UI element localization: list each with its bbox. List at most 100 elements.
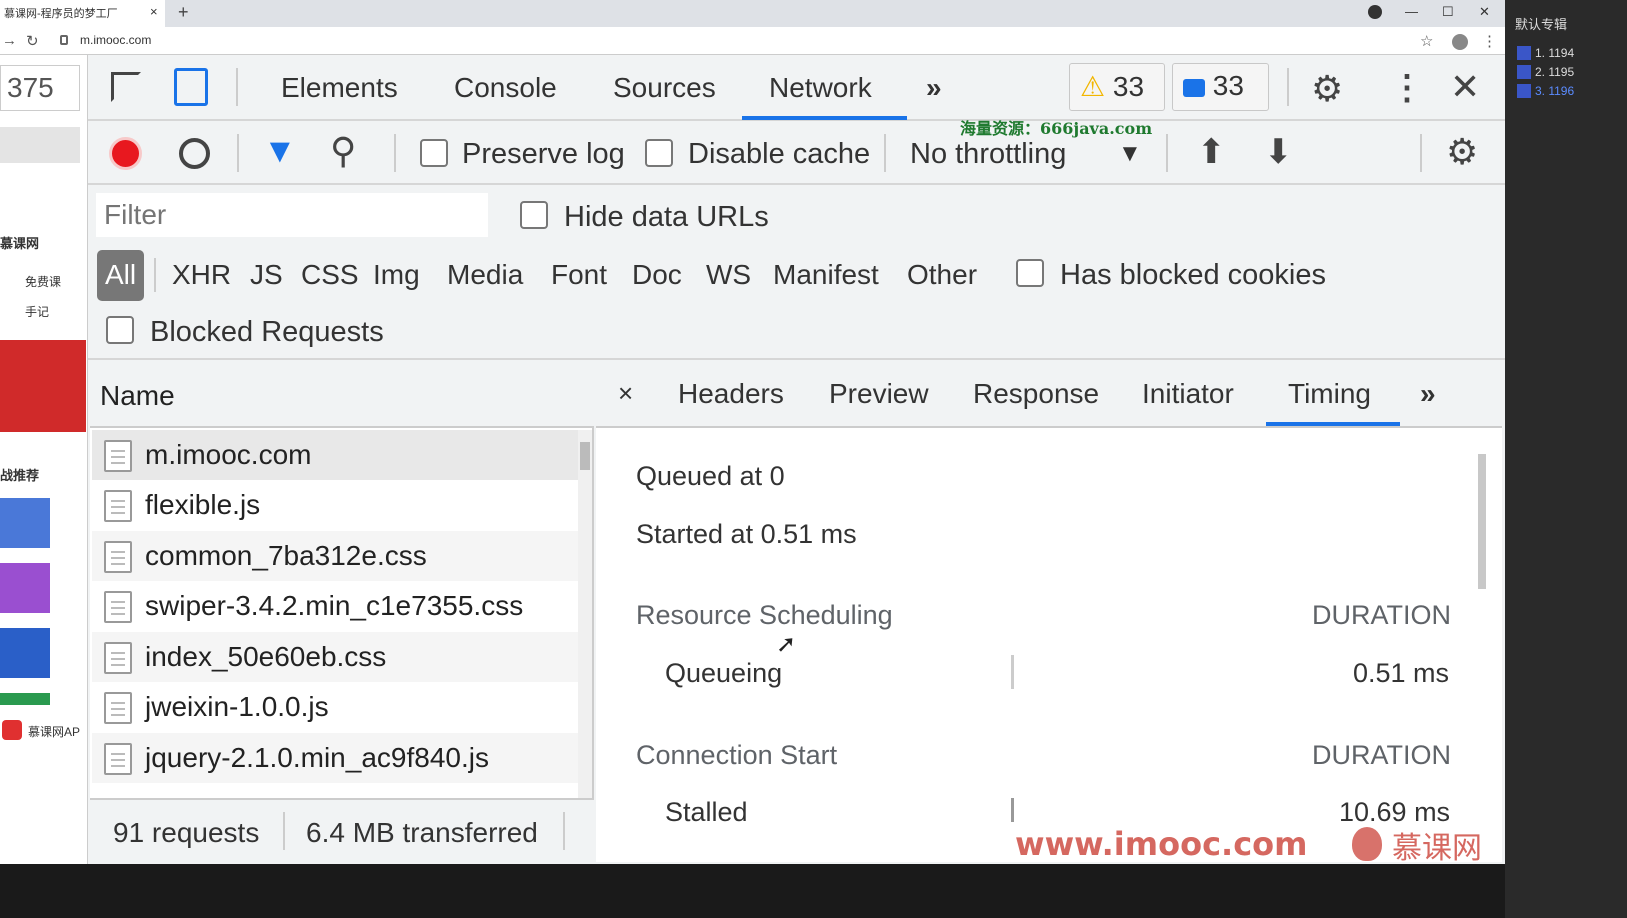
hide-data-urls-checkbox[interactable] — [520, 201, 548, 229]
playlist-item[interactable]: 3. 1196 — [1535, 84, 1574, 98]
filter-type-js[interactable]: JS — [250, 259, 283, 291]
filter-type-other[interactable]: Other — [907, 259, 977, 291]
device-width-input[interactable]: 375 — [0, 65, 80, 111]
tab-response[interactable]: Response — [973, 378, 1099, 410]
page-preview: 375 慕课网 免费课 手记 战推荐 慕课网AP — [0, 55, 88, 897]
settings-gear-icon[interactable]: ⚙ — [1311, 68, 1343, 110]
column-header-name[interactable]: Name — [90, 362, 594, 428]
has-blocked-cookies-checkbox[interactable] — [1016, 259, 1044, 287]
section-title-connection-start: Connection Start — [636, 740, 838, 770]
watermark-top: 海量资源：666java.com — [960, 119, 1153, 138]
preserve-log-checkbox[interactable] — [420, 139, 448, 167]
preserve-log-label: Preserve log — [462, 138, 625, 170]
filter-type-ws[interactable]: WS — [706, 259, 751, 291]
throttling-select[interactable]: No throttling — [910, 138, 1066, 171]
device-toolbar-icon[interactable] — [174, 68, 208, 106]
profile-dropdown-icon[interactable] — [1368, 5, 1382, 19]
filter-type-css[interactable]: CSS — [301, 259, 359, 291]
browser-menu-icon[interactable]: ⋮ — [1482, 32, 1497, 50]
separator — [1420, 134, 1422, 172]
request-list-scrollbar[interactable] — [578, 430, 592, 798]
promo-banner[interactable] — [0, 340, 86, 432]
tab-sources[interactable]: Sources — [613, 72, 716, 104]
active-tab-indicator — [742, 116, 907, 120]
app-download-label[interactable]: 慕课网AP — [28, 723, 80, 740]
chevron-down-icon[interactable]: ▼ — [1118, 140, 1142, 168]
network-settings-gear-icon[interactable]: ⚙ — [1446, 131, 1478, 173]
tab-network[interactable]: Network — [769, 72, 872, 104]
course-thumb[interactable] — [0, 563, 50, 613]
active-tab-indicator — [1266, 422, 1400, 426]
scrollbar-thumb[interactable] — [1478, 454, 1486, 589]
request-row[interactable]: index_50e60eb.css — [92, 632, 578, 682]
tab-preview[interactable]: Preview — [829, 378, 929, 410]
reload-icon[interactable]: ↻ — [26, 32, 39, 50]
filter-type-all[interactable]: All — [97, 250, 144, 301]
search-icon[interactable]: ⚲ — [330, 130, 356, 172]
request-name: m.imooc.com — [145, 439, 312, 470]
course-thumb[interactable] — [0, 693, 50, 705]
account-icon[interactable] — [1452, 34, 1468, 50]
tab-strip — [0, 0, 1562, 27]
close-devtools-icon[interactable]: ✕ — [1450, 66, 1480, 108]
document-icon — [104, 490, 132, 522]
request-name: jweixin-1.0.0.js — [145, 691, 329, 722]
course-thumb[interactable] — [0, 628, 50, 678]
inspect-element-icon[interactable] — [111, 72, 141, 102]
new-tab-button[interactable]: + — [178, 2, 189, 23]
record-button[interactable] — [109, 137, 142, 170]
filter-type-font[interactable]: Font — [551, 259, 607, 291]
request-row[interactable]: common_7ba312e.css — [92, 531, 578, 581]
video-icon — [1517, 46, 1531, 60]
filter-input[interactable] — [96, 193, 488, 237]
messages-badge[interactable]: 33 — [1172, 63, 1269, 111]
watermark-logo: 慕课网 — [1392, 832, 1482, 865]
more-detail-tabs-icon[interactable]: » — [1420, 378, 1436, 410]
tab-initiator[interactable]: Initiator — [1142, 378, 1234, 410]
clear-icon[interactable] — [179, 138, 210, 169]
tab-console[interactable]: Console — [454, 72, 557, 104]
tab-headers[interactable]: Headers — [678, 378, 784, 410]
more-tabs-icon[interactable]: » — [926, 72, 942, 104]
filter-type-manifest[interactable]: Manifest — [773, 259, 879, 291]
request-name: common_7ba312e.css — [145, 540, 427, 571]
maximize-button[interactable]: ☐ — [1442, 4, 1454, 20]
playlist-item[interactable]: 2. 1195 — [1535, 65, 1574, 79]
request-row[interactable]: swiper-3.4.2.min_c1e7355.css — [92, 581, 578, 631]
disable-cache-checkbox[interactable] — [645, 139, 673, 167]
filter-type-media[interactable]: Media — [447, 259, 523, 291]
has-blocked-cookies-label: Has blocked cookies — [1060, 259, 1326, 291]
playlist-item[interactable]: 1. 1194 — [1535, 46, 1574, 60]
bookmark-star-icon[interactable]: ☆ — [1420, 32, 1433, 50]
recommend-section-title: 战推荐 — [0, 468, 40, 483]
scrollbar-thumb[interactable] — [580, 442, 590, 470]
message-icon — [1183, 78, 1205, 97]
filter-icon[interactable]: ▼ — [263, 132, 297, 171]
warnings-badge[interactable]: ⚠ 33 — [1069, 63, 1165, 111]
request-row[interactable]: jquery-2.1.0.min_ac9f840.js — [92, 733, 578, 783]
tab-elements[interactable]: Elements — [281, 72, 398, 104]
forward-icon[interactable]: → — [2, 32, 17, 49]
video-icon — [1517, 84, 1531, 98]
browser-tab[interactable]: 慕课网-程序员的梦工厂 — [0, 0, 165, 27]
nav-notes[interactable]: 手记 — [25, 303, 49, 320]
request-row[interactable]: m.imooc.com — [92, 430, 578, 480]
filter-type-doc[interactable]: Doc — [632, 259, 682, 291]
close-window-button[interactable]: ✕ — [1479, 4, 1490, 20]
tab-close-icon[interactable]: × — [150, 4, 158, 19]
export-har-icon[interactable]: ⬇ — [1264, 132, 1293, 172]
more-options-icon[interactable]: ⋮ — [1390, 68, 1424, 108]
blocked-requests-checkbox[interactable] — [106, 316, 134, 344]
playlist-title: 默认专辑 — [1515, 17, 1568, 32]
request-row[interactable]: flexible.js — [92, 480, 578, 530]
course-thumb[interactable] — [0, 498, 50, 548]
tab-timing[interactable]: Timing — [1288, 378, 1371, 410]
close-detail-icon[interactable]: × — [618, 378, 633, 409]
request-row[interactable]: jweixin-1.0.0.js — [92, 682, 578, 732]
url-text[interactable]: m.imooc.com — [80, 33, 151, 47]
filter-type-img[interactable]: Img — [373, 259, 420, 291]
minimize-button[interactable]: — — [1405, 4, 1418, 19]
import-har-icon[interactable]: ⬆ — [1197, 132, 1226, 172]
filter-type-xhr[interactable]: XHR — [172, 259, 231, 291]
nav-free-courses[interactable]: 免费课 — [25, 273, 61, 290]
